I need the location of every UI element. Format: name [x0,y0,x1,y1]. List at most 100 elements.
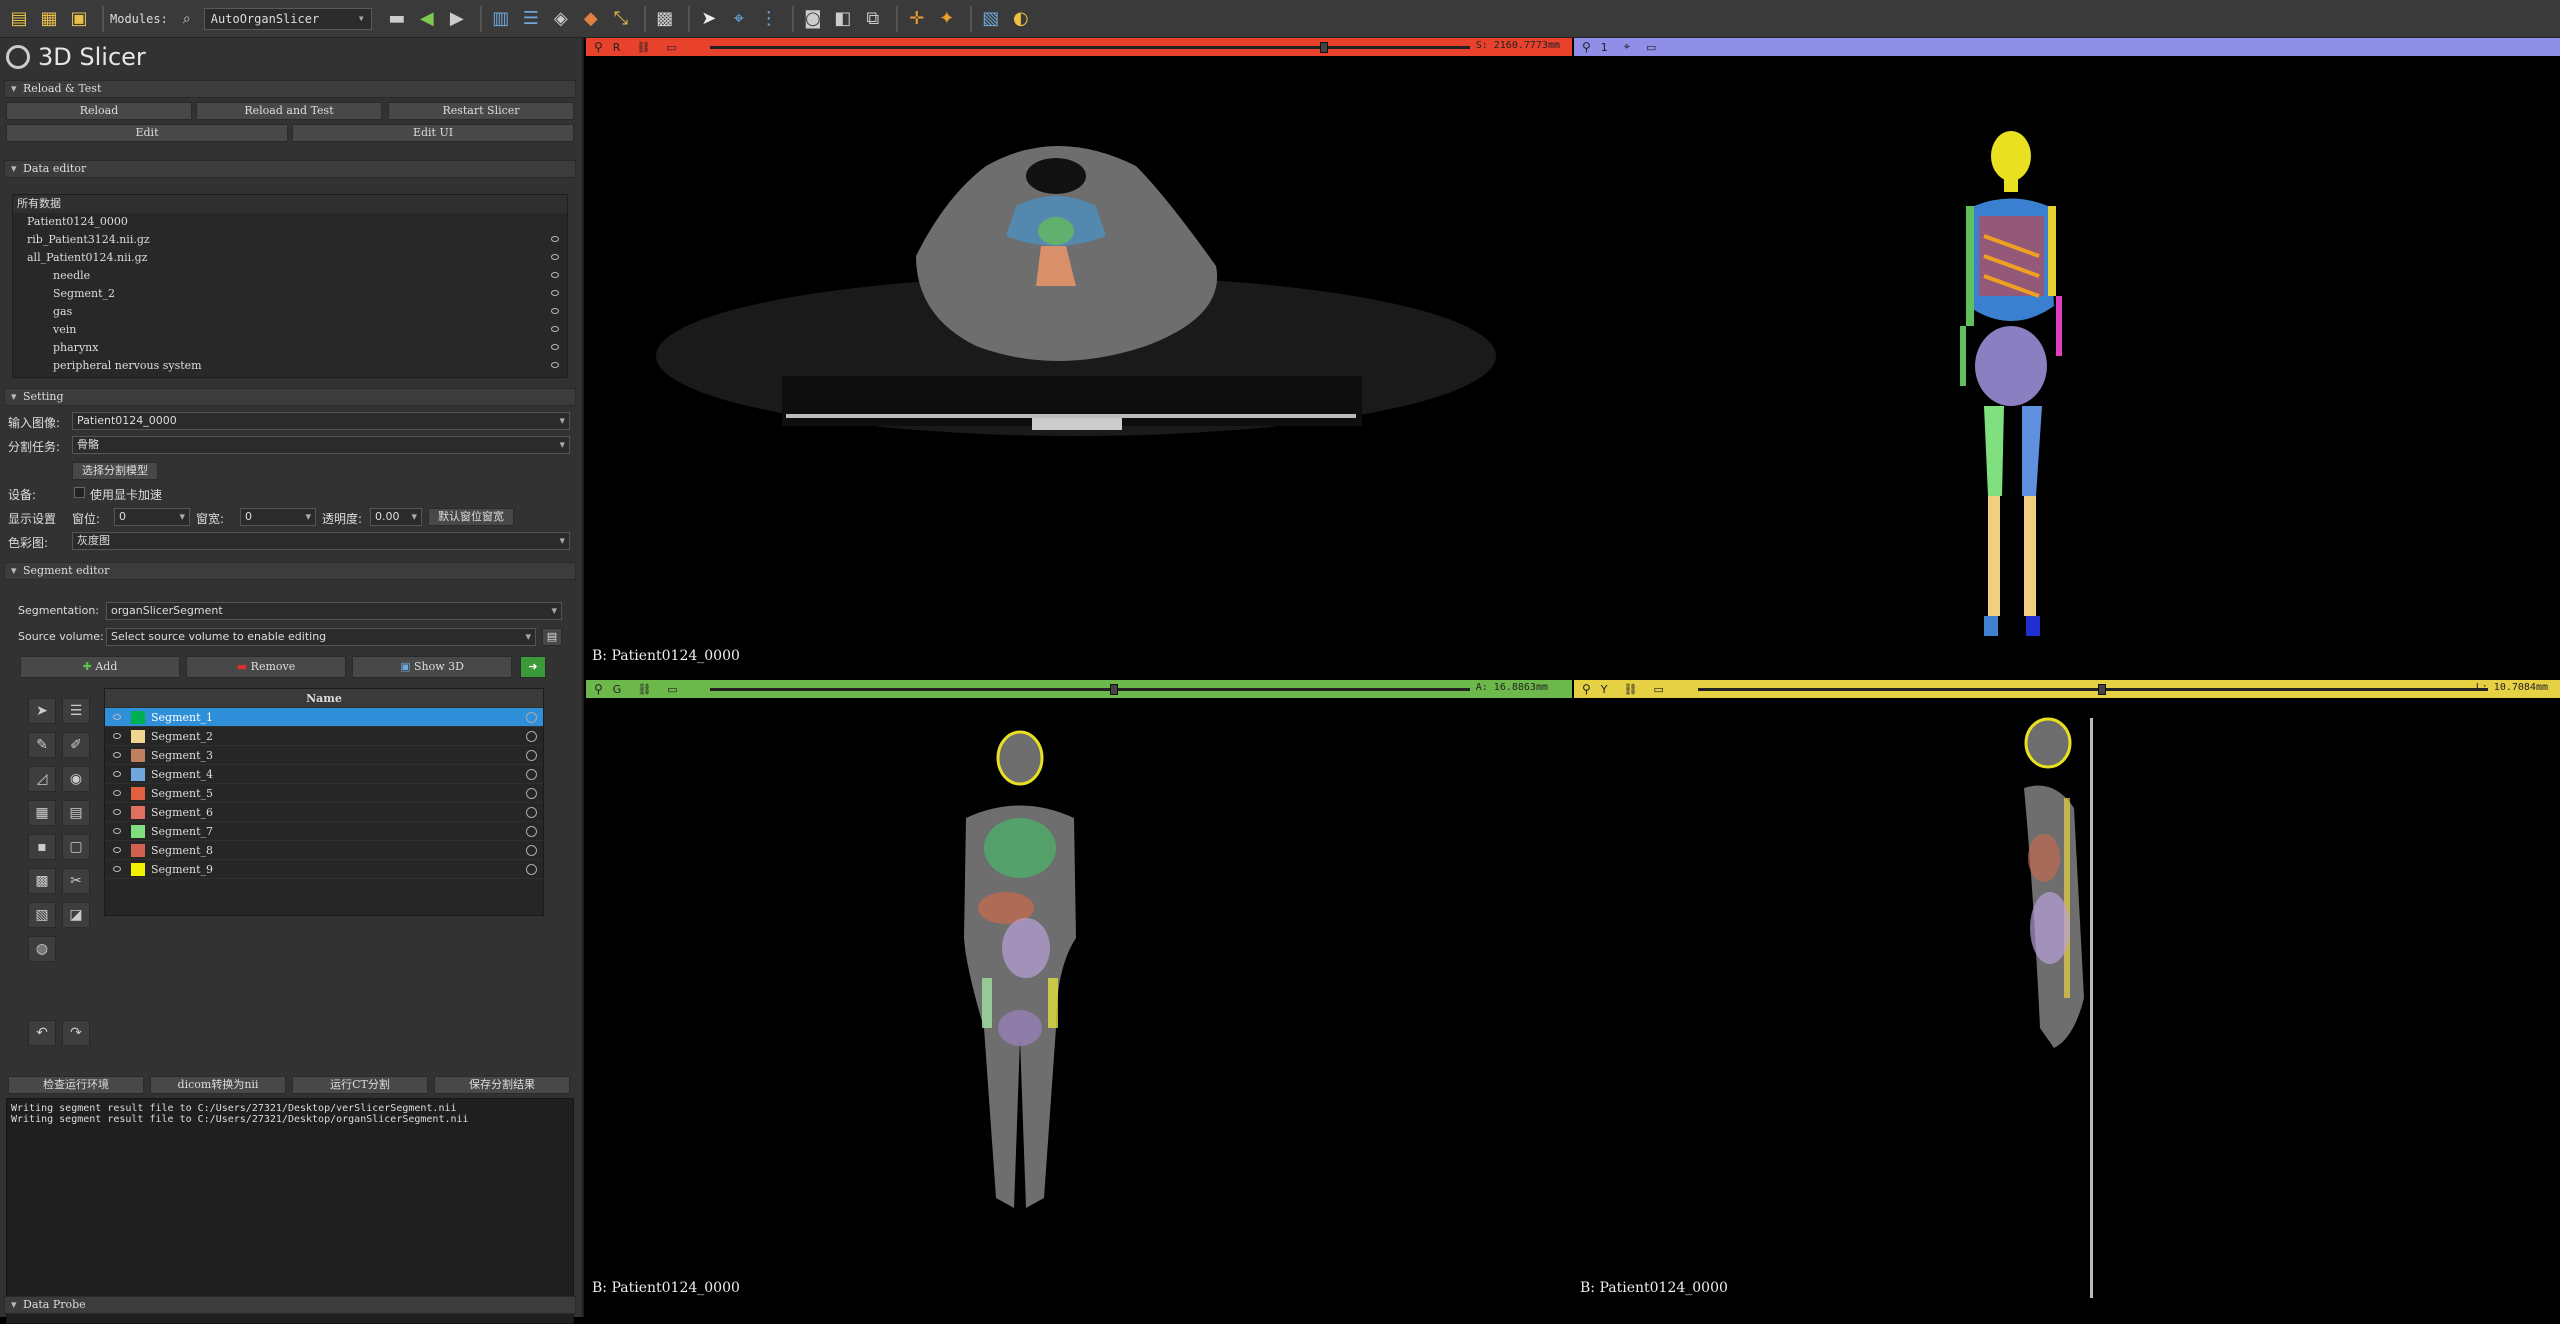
pin-icon[interactable]: ⚲ [594,40,603,54]
eye-icon[interactable] [551,344,559,350]
welcome-icon[interactable]: ▥ [488,6,514,32]
maximize-view-icon[interactable]: ▭ [1646,41,1656,54]
segment-color-swatch[interactable] [131,749,145,762]
eye-icon[interactable] [113,809,121,815]
tree-item[interactable]: vein [13,321,567,339]
segment-status-icon[interactable] [526,864,537,875]
run-ct-segmentation-button[interactable]: 运行CT分割 [292,1076,428,1094]
tree-item[interactable]: Segment_2 [13,285,567,303]
input-image-select[interactable]: Patient0124_0000 [72,412,570,430]
eye-icon[interactable] [113,866,121,872]
segment-row[interactable]: Segment_9 [105,860,543,879]
source-volume-select[interactable]: Select source volume to enable editing [106,628,536,646]
tree-item[interactable]: Patient0124_0000 [13,213,567,231]
layout-icon[interactable]: ◧ [830,6,856,32]
draw-tool-icon[interactable]: ✐ [62,732,90,758]
module-history-icon[interactable]: ▬ [384,6,410,32]
extension-icon[interactable]: ▧ [978,6,1004,32]
smoothing-tool-icon[interactable]: ▩ [28,868,56,894]
opacity-spinbox[interactable]: 0.00 [370,508,422,526]
link-icon[interactable]: ⛓ [1624,683,1638,696]
segment-color-swatch[interactable] [131,787,145,800]
segment-row[interactable]: Segment_4 [105,765,543,784]
undo-icon[interactable]: ↶ [28,1020,56,1046]
place-fiducial-icon[interactable]: ⋮ [756,6,782,32]
window-level-spinbox[interactable]: 0 [114,508,190,526]
edit-ui-button[interactable]: Edit UI [292,124,574,142]
pointer-tool-icon[interactable]: ➤ [28,698,56,724]
load-data-icon[interactable]: ▤ [6,6,32,32]
redo-icon[interactable]: ↷ [62,1020,90,1046]
segment-row[interactable]: Segment_5 [105,784,543,803]
erase-tool-icon[interactable]: ◿ [28,766,56,792]
extension-manager-icon[interactable]: ▩ [652,6,678,32]
segment-row[interactable]: Segment_7 [105,822,543,841]
pin-icon[interactable]: ⚲ [1582,40,1591,54]
segment-status-icon[interactable] [526,807,537,818]
slider-handle[interactable] [1320,42,1328,53]
window-width-spinbox[interactable]: 0 [240,508,316,526]
eye-icon[interactable] [551,272,559,278]
segment-color-swatch[interactable] [131,844,145,857]
python-console-icon[interactable]: ◐ [1008,6,1034,32]
segment-status-icon[interactable] [526,769,537,780]
eye-icon[interactable] [113,771,121,777]
section-segment-editor[interactable]: Segment editor [4,562,576,580]
back-arrow-icon[interactable]: ◀ [414,6,440,32]
eye-icon[interactable] [113,714,121,720]
slider-handle[interactable] [1110,684,1118,695]
segment-row[interactable]: Segment_2 [105,727,543,746]
maximize-view-icon[interactable]: ▭ [1654,683,1664,696]
pin-icon[interactable]: ⚲ [1582,682,1591,696]
eye-icon[interactable] [551,290,559,296]
tree-item[interactable]: rib_Patient3124.nii.gz [13,231,567,249]
segment-row[interactable]: Segment_8 [105,841,543,860]
red-slice-slider[interactable] [710,42,1470,53]
eye-icon[interactable] [551,326,559,332]
reload-button[interactable]: Reload [6,102,192,120]
segment-status-icon[interactable] [526,712,537,723]
crosshair-icon[interactable]: ✛ [904,6,930,32]
grow-seeds-tool-icon[interactable]: ▦ [28,800,56,826]
pin-icon[interactable]: ⚲ [594,682,603,696]
markups-icon[interactable]: ✦ [934,6,960,32]
threshold-tool-icon[interactable]: ☰ [62,698,90,724]
logical-tool-icon[interactable]: ◪ [62,902,90,928]
volumes-icon[interactable]: ◈ [548,6,574,32]
segment-color-swatch[interactable] [131,730,145,743]
scissors-tool-icon[interactable]: ✂ [62,868,90,894]
dicom-convert-button[interactable]: dicom转换为nii [150,1076,286,1094]
models-icon[interactable]: ◆ [578,6,604,32]
section-reload-test[interactable]: Reload & Test [4,80,576,98]
eye-icon[interactable] [113,790,121,796]
view-link-icon[interactable]: ⧉ [860,6,886,32]
tree-item[interactable]: peripheral nervous system [13,357,567,375]
section-data-editor[interactable]: Data editor [4,160,576,178]
module-selector[interactable]: AutoOrganSlicer [203,7,372,30]
hollow-tool-icon[interactable]: ▢ [62,834,90,860]
islands-tool-icon[interactable]: ▧ [28,902,56,928]
gpu-checkbox[interactable] [74,487,85,498]
maximize-view-icon[interactable]: ▭ [667,683,677,696]
section-data-probe[interactable]: Data Probe [4,1296,576,1314]
segmentation-select[interactable]: organSlicerSegment [106,602,562,620]
tree-item[interactable]: gas [13,303,567,321]
segment-status-icon[interactable] [526,750,537,761]
segment-color-swatch[interactable] [131,863,145,876]
choose-model-button[interactable]: 选择分割模型 [72,462,158,480]
mask-volume-tool-icon[interactable]: ◍ [28,936,56,962]
tree-item[interactable]: needle [13,267,567,285]
mouse-pointer-icon[interactable]: ➤ [696,6,722,32]
segment-status-icon[interactable] [526,731,537,742]
red-slice-view[interactable]: ⚲ R ⛓ ▭ S: 2160.7773mm B: Patient0124_00… [586,38,1572,678]
segment-color-swatch[interactable] [131,806,145,819]
segment-row[interactable]: Segment_1 [105,708,543,727]
eye-icon[interactable] [113,752,121,758]
segment-status-icon[interactable] [526,788,537,799]
eye-icon[interactable] [113,847,121,853]
segment-color-swatch[interactable] [131,711,145,724]
segment-color-swatch[interactable] [131,825,145,838]
save-segmentation-button[interactable]: 保存分割结果 [434,1076,570,1094]
edit-button[interactable]: Edit [6,124,288,142]
load-dicom-icon[interactable]: ▦ [36,6,62,32]
